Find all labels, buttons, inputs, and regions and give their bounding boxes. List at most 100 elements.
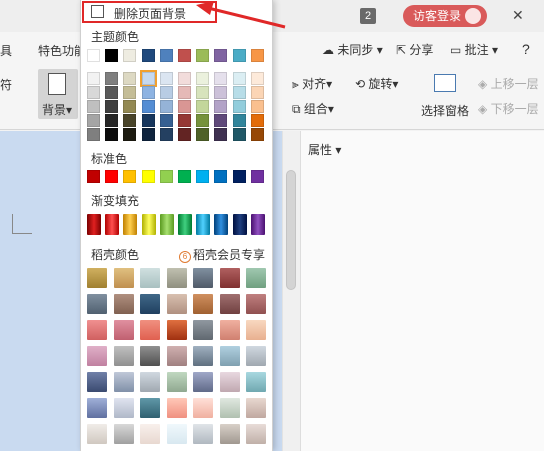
gradient-swatch[interactable]	[87, 214, 101, 235]
shell-swatch[interactable]	[193, 398, 213, 418]
theme-shade-swatch[interactable]	[123, 128, 137, 141]
gradient-swatch[interactable]	[214, 214, 229, 235]
shell-swatch[interactable]	[140, 424, 160, 444]
theme-shade-swatch[interactable]	[250, 72, 264, 85]
shell-swatch[interactable]	[113, 424, 134, 444]
theme-shade-swatch[interactable]	[250, 114, 264, 127]
theme-swatch[interactable]	[196, 49, 210, 62]
theme-shade-swatch[interactable]	[105, 72, 119, 85]
shell-swatch[interactable]	[246, 320, 266, 340]
shell-swatch[interactable]	[166, 320, 187, 340]
theme-swatch[interactable]	[141, 49, 155, 62]
shell-swatch[interactable]	[113, 346, 134, 366]
theme-shade-swatch[interactable]	[105, 128, 119, 141]
shell-swatch[interactable]	[166, 346, 187, 366]
theme-shade-swatch[interactable]	[178, 72, 191, 85]
theme-swatch[interactable]	[214, 49, 228, 62]
share-button[interactable]: ⇱ 分享	[396, 41, 433, 58]
theme-shade-swatch[interactable]	[159, 128, 173, 141]
shell-swatch[interactable]	[193, 372, 213, 392]
shell-swatch[interactable]	[87, 398, 107, 418]
align-button[interactable]: ⫸ 对齐▾	[292, 75, 332, 92]
standard-swatch[interactable]	[87, 170, 100, 183]
theme-shade-swatch[interactable]	[123, 86, 137, 99]
theme-shade-swatch[interactable]	[232, 72, 246, 85]
theme-shade-swatch[interactable]	[196, 86, 210, 99]
comment-button[interactable]: ▭ 批注 ▾	[450, 41, 498, 58]
shell-swatch[interactable]	[140, 294, 160, 314]
theme-shade-swatch[interactable]	[123, 114, 137, 127]
shell-swatch[interactable]	[113, 294, 134, 314]
ribbon-item-cut[interactable]: 符	[0, 76, 12, 93]
theme-shade-swatch[interactable]	[214, 86, 228, 99]
theme-shade-swatch[interactable]	[87, 86, 100, 99]
shell-swatch[interactable]	[166, 424, 187, 444]
theme-shade-swatch[interactable]	[141, 114, 155, 127]
shell-swatch[interactable]	[193, 320, 213, 340]
theme-shade-swatch[interactable]	[214, 100, 228, 113]
theme-shade-swatch[interactable]	[232, 86, 246, 99]
group-button[interactable]: ⧉ 组合▾	[292, 100, 334, 117]
theme-shade-swatch[interactable]	[105, 114, 119, 127]
gradient-swatch[interactable]	[178, 214, 192, 235]
theme-swatch[interactable]	[178, 49, 191, 62]
theme-shade-swatch[interactable]	[159, 86, 173, 99]
standard-swatch[interactable]	[196, 170, 210, 183]
theme-swatch[interactable]	[105, 49, 119, 62]
theme-swatch[interactable]	[123, 49, 137, 62]
shell-swatch[interactable]	[246, 424, 266, 444]
theme-shade-swatch[interactable]	[178, 100, 191, 113]
standard-swatch[interactable]	[250, 170, 264, 183]
shell-swatch[interactable]	[140, 372, 160, 392]
theme-shade-swatch[interactable]	[214, 114, 228, 127]
theme-shade-swatch[interactable]	[159, 114, 173, 127]
shell-swatch[interactable]	[113, 268, 134, 288]
shell-swatch[interactable]	[87, 294, 107, 314]
shell-swatch[interactable]	[219, 372, 240, 392]
gradient-swatch[interactable]	[123, 214, 138, 235]
theme-shade-swatch[interactable]	[141, 100, 155, 113]
theme-shade-swatch[interactable]	[214, 72, 228, 85]
theme-shade-swatch[interactable]	[196, 100, 210, 113]
theme-shade-swatch[interactable]	[196, 114, 210, 127]
login-button[interactable]: 访客登录	[403, 5, 488, 27]
rotate-button[interactable]: ⟲ 旋转▾	[355, 75, 398, 92]
menu-tab-cut[interactable]: 具	[0, 42, 12, 59]
shell-swatch[interactable]	[87, 372, 107, 392]
menu-tab-feature[interactable]: 特色功能	[38, 42, 86, 59]
select-pane-button[interactable]: 选择窗格	[421, 102, 469, 119]
shell-swatch[interactable]	[219, 294, 240, 314]
shell-swatch[interactable]	[246, 372, 266, 392]
send-backward-button[interactable]: ◈ 下移一层	[478, 100, 539, 117]
shell-swatch[interactable]	[193, 294, 213, 314]
theme-shade-swatch[interactable]	[87, 72, 100, 85]
standard-swatch[interactable]	[232, 170, 246, 183]
bring-forward-button[interactable]: ◈ 上移一层	[478, 75, 539, 92]
shell-swatch[interactable]	[166, 294, 187, 314]
theme-swatch[interactable]	[250, 49, 264, 62]
sync-button[interactable]: ☁ 未同步 ▾	[322, 41, 383, 58]
shell-swatch[interactable]	[87, 320, 107, 340]
gradient-swatch[interactable]	[250, 214, 265, 235]
theme-shade-swatch[interactable]	[105, 100, 119, 113]
notification-badge[interactable]: 2	[360, 8, 376, 24]
shell-swatch[interactable]	[246, 294, 266, 314]
shell-swatch[interactable]	[113, 372, 134, 392]
theme-shade-swatch[interactable]	[123, 72, 137, 85]
theme-shade-swatch[interactable]	[214, 128, 228, 141]
theme-shade-swatch[interactable]	[178, 86, 191, 99]
theme-shade-swatch[interactable]	[87, 128, 100, 141]
shell-swatch[interactable]	[113, 320, 134, 340]
shell-swatch[interactable]	[87, 346, 107, 366]
theme-shade-swatch[interactable]	[196, 72, 210, 85]
theme-shade-swatch[interactable]	[232, 114, 246, 127]
theme-shade-swatch[interactable]	[87, 114, 100, 127]
theme-shade-swatch[interactable]	[196, 128, 210, 141]
gradient-swatch[interactable]	[196, 214, 211, 235]
gradient-swatch[interactable]	[159, 214, 174, 235]
standard-swatch[interactable]	[141, 170, 155, 183]
theme-shade-swatch[interactable]	[141, 128, 155, 141]
theme-shade-swatch[interactable]	[105, 86, 119, 99]
gradient-swatch[interactable]	[105, 214, 120, 235]
theme-swatch[interactable]	[159, 49, 173, 62]
